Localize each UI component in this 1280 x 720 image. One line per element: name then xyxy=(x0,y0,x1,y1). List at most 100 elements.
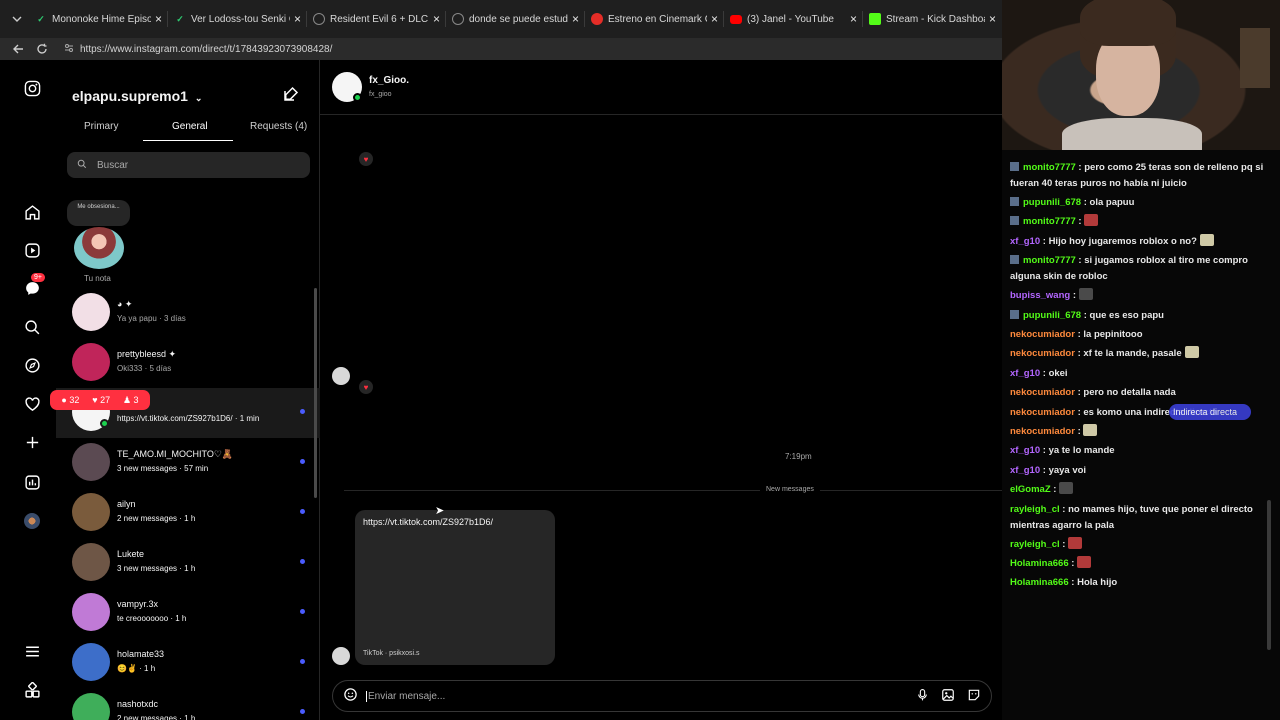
conversation-preview: 3 new messages · 57 min xyxy=(117,464,209,473)
conversation-item[interactable]: TE_AMO.MI_MOCHITO♡🧸 3 new messages · 57 m… xyxy=(56,438,320,488)
shared-link-url[interactable]: https://vt.tiktok.com/ZS927b1D6/ xyxy=(363,517,493,527)
explore-icon[interactable] xyxy=(20,353,44,377)
close-icon[interactable]: × xyxy=(850,12,857,26)
chat-username[interactable]: bupiss_wang xyxy=(1010,290,1070,301)
reels-icon[interactable] xyxy=(20,238,44,262)
conversation-header[interactable]: fx_Gioo. fx_gioo xyxy=(320,60,1002,115)
chat-username[interactable]: Holamina666 xyxy=(1010,577,1069,588)
globe-icon xyxy=(452,13,464,25)
microphone-icon[interactable] xyxy=(916,688,929,705)
chat-username[interactable]: nekocumiador xyxy=(1010,407,1075,418)
chat-username[interactable]: xf_g10 xyxy=(1010,236,1040,247)
browser-tab[interactable]: ✓ Ver Lodoss-tou Senki Online × xyxy=(168,0,307,38)
activity-notification-pill[interactable]: ● 32 ♥ 27 ♟ 3 xyxy=(50,390,150,410)
notifications-icon[interactable] xyxy=(20,392,44,416)
home-icon[interactable] xyxy=(20,200,44,224)
message-composer[interactable]: Enviar mensaje... xyxy=(332,680,992,712)
chat-separator: : xyxy=(1075,255,1085,267)
message-input[interactable]: Enviar mensaje... xyxy=(366,690,904,702)
chat-username[interactable]: xf_g10 xyxy=(1010,368,1040,379)
tab-general[interactable]: General xyxy=(172,121,208,132)
instagram-logo-icon[interactable] xyxy=(20,76,44,100)
search-input[interactable]: Buscar xyxy=(67,152,310,178)
close-icon[interactable]: × xyxy=(989,12,996,26)
subscriber-badge-icon xyxy=(1010,255,1019,265)
close-icon[interactable]: × xyxy=(572,12,579,26)
site-info-icon[interactable] xyxy=(64,43,74,56)
chat-separator: : xyxy=(1081,309,1090,321)
profile-avatar-icon[interactable] xyxy=(20,509,44,533)
chat-username[interactable]: rayleigh_cl xyxy=(1010,504,1060,515)
chat-username[interactable]: nekocumiador xyxy=(1010,329,1075,340)
chat-message: rayleigh_cl : xyxy=(1010,536,1278,553)
conversation-item[interactable]: vampyr.3x te creooooooo · 1 h xyxy=(56,588,320,638)
conversation-item[interactable]: Lukete 3 new messages · 1 h xyxy=(56,538,320,588)
conversation-item[interactable]: ◕ ✦ Ya ya papu · 3 días xyxy=(56,288,320,338)
chat-separator: : xyxy=(1081,197,1090,208)
menu-icon[interactable] xyxy=(20,639,44,663)
tab-search-button[interactable] xyxy=(4,5,29,33)
chat-username[interactable]: xf_g10 xyxy=(1010,445,1040,456)
browser-tab[interactable]: Stream - Kick Dashboard × xyxy=(863,0,1002,38)
browser-tab[interactable]: donde se puede estudiar de × xyxy=(446,0,585,38)
chat-username[interactable]: rayleigh_cl xyxy=(1010,539,1060,550)
chat-username[interactable]: elGomaZ xyxy=(1010,484,1051,495)
chat-separator: : xyxy=(1075,216,1085,228)
close-icon[interactable]: × xyxy=(711,12,718,26)
note-bubble[interactable]: Me obsesiona... xyxy=(67,200,130,226)
dashboard-icon[interactable] xyxy=(20,470,44,494)
chat-username[interactable]: Holamina666 xyxy=(1010,558,1069,569)
chevron-down-icon xyxy=(12,16,21,22)
browser-tab[interactable]: Estreno en Cinemark Chile × xyxy=(585,0,724,38)
online-indicator xyxy=(100,419,109,428)
tab-title: Estreno en Cinemark Chile xyxy=(608,13,707,25)
chat-message: nekocumiador : la pepinitooo xyxy=(1010,327,1278,343)
chat-username[interactable]: monito7777 xyxy=(1023,255,1076,266)
messages-badge: 9+ xyxy=(31,273,45,282)
conversation-item[interactable]: holamate33 😊✌ · 1 h xyxy=(56,638,320,688)
chat-username[interactable]: pupunili_678 xyxy=(1023,197,1081,208)
chat-username[interactable]: monito7777 xyxy=(1023,216,1076,227)
conversation-name: ailyn xyxy=(117,499,136,509)
inbox-tabs: Primary General Requests (4) xyxy=(56,116,320,144)
chat-username[interactable]: nekocumiador xyxy=(1010,387,1075,398)
emoji-icon[interactable] xyxy=(343,687,358,705)
shared-link-message[interactable]: https://vt.tiktok.com/ZS927b1D6/ TikTok … xyxy=(355,510,555,665)
close-icon[interactable]: × xyxy=(155,12,162,26)
close-icon[interactable]: × xyxy=(294,12,301,26)
conversation-item[interactable]: nashotxdc 2 new messages · 1 h xyxy=(56,688,320,720)
chat-text: la pepinitooo xyxy=(1083,329,1143,340)
reload-button[interactable] xyxy=(30,43,54,55)
conversation-item[interactable]: ailyn 2 new messages · 1 h xyxy=(56,488,320,538)
browser-tab[interactable]: Resident Evil 6 + DLC + TU × xyxy=(307,0,446,38)
search-icon[interactable] xyxy=(20,315,44,339)
url-field[interactable]: https://www.instagram.com/direct/t/17843… xyxy=(64,40,1002,58)
tab-requests[interactable]: Requests (4) xyxy=(250,121,307,132)
create-icon[interactable] xyxy=(20,430,44,454)
browser-tab[interactable]: ✓ Mononoke Hime Episodio 1 × xyxy=(29,0,168,38)
also-from-meta-icon[interactable] xyxy=(20,678,44,702)
contact-name[interactable]: fx_Gioo. xyxy=(369,75,409,86)
chat-username[interactable]: nekocumiador xyxy=(1010,348,1075,359)
chat-username[interactable]: pupunili_678 xyxy=(1023,310,1081,321)
back-button[interactable] xyxy=(6,43,30,55)
account-switcher[interactable]: elpapu.supremo1 ⌄ xyxy=(72,88,202,104)
chat-message: xf_g10 : Hijo hoy jugaremos roblox o no? xyxy=(1010,233,1278,250)
browser-tab[interactable]: (3) Janel - YouTube × xyxy=(724,0,863,38)
sticker-icon[interactable] xyxy=(967,688,981,705)
chat-username[interactable]: monito7777 xyxy=(1023,162,1076,173)
inbox-scrollbar[interactable] xyxy=(314,288,317,498)
heart-reaction[interactable]: ♥ xyxy=(359,152,373,166)
chat-username[interactable]: xf_g10 xyxy=(1010,465,1040,476)
new-message-button[interactable] xyxy=(282,85,300,106)
conversation-item[interactable]: prettybleesd ✦ Oki333 · 5 días xyxy=(56,338,320,388)
instagram-app: 9+ elpapu.supremo1 ⌄ Primary General Req… xyxy=(0,60,1002,720)
tab-primary[interactable]: Primary xyxy=(84,121,118,132)
unread-dot xyxy=(300,509,305,514)
avatar xyxy=(72,493,110,531)
image-icon[interactable] xyxy=(941,688,955,705)
chat-username[interactable]: nekocumiador xyxy=(1010,426,1075,437)
note-avatar[interactable] xyxy=(74,227,124,269)
close-icon[interactable]: × xyxy=(433,12,440,26)
heart-reaction[interactable]: ♥ xyxy=(359,380,373,394)
